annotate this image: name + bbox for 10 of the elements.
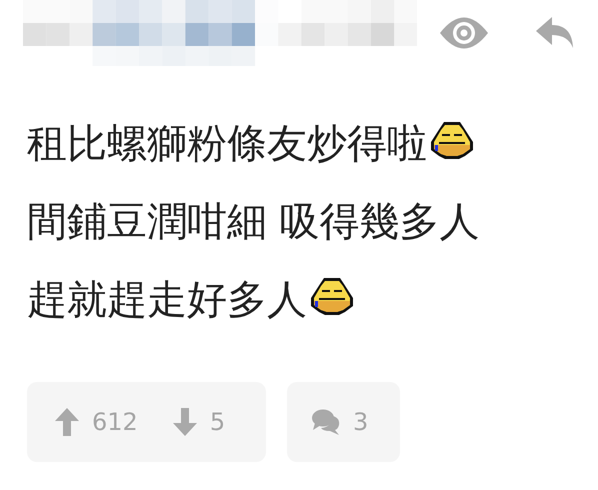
post-text-line: 租比螺獅粉條友炒得啦 [27,120,427,168]
comment-count: 3 [353,408,368,436]
post-text-line: 趕就趕走好多人 [27,276,307,324]
upvote-count: 612 [92,408,138,436]
post-text-line: 間鋪豆潤咁細 吸得幾多人 [27,198,480,246]
speech-bubbles-icon[interactable] [311,408,341,436]
reply-icon[interactable] [535,16,575,50]
eye-icon[interactable] [439,16,489,50]
downvote-count: 5 [210,408,226,436]
down-arrow-icon[interactable] [172,407,198,437]
